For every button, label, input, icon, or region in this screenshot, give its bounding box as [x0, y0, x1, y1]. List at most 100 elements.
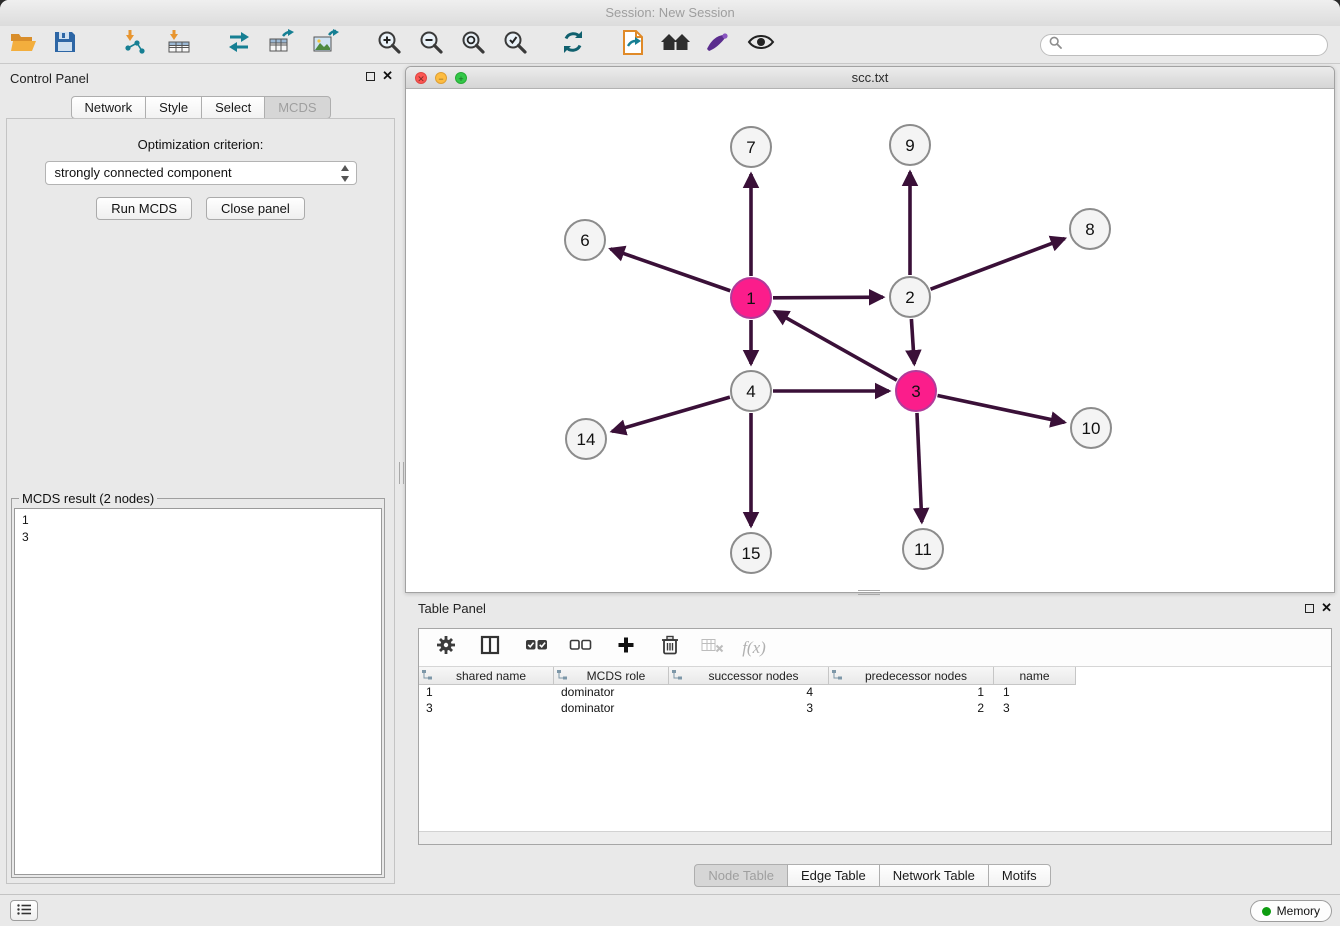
- edge-4-14[interactable]: [612, 397, 730, 431]
- table-cell: 3: [669, 701, 829, 717]
- delete-table-button[interactable]: [697, 633, 727, 663]
- edge-1-2[interactable]: [773, 297, 883, 298]
- open-session-button[interactable]: [6, 28, 40, 62]
- table-panel-tabs: Node Table Edge Table Network Table Moti…: [405, 864, 1340, 887]
- edge-2-8[interactable]: [931, 239, 1065, 290]
- network-manager-button[interactable]: [658, 28, 692, 62]
- search-field[interactable]: [1040, 34, 1328, 56]
- import-table-button[interactable]: [162, 28, 196, 62]
- status-bar: Memory: [0, 894, 1340, 926]
- node-label: 10: [1082, 419, 1101, 438]
- edge-3-11[interactable]: [917, 413, 922, 522]
- minimize-window-icon[interactable]: −: [435, 72, 447, 84]
- close-panel-icon[interactable]: ✕: [382, 70, 393, 82]
- mcds-result-list[interactable]: 1 3: [14, 508, 382, 875]
- export-image-button[interactable]: [308, 28, 342, 62]
- network-window-titlebar[interactable]: ✕ − + scc.txt: [406, 67, 1334, 89]
- window-titlebar: Session: New Session: [0, 0, 1340, 26]
- column-header-mcds-role[interactable]: MCDS role: [554, 667, 669, 685]
- vertical-splitter-handle[interactable]: [399, 462, 404, 484]
- paint-brush-icon: [704, 30, 730, 59]
- node-label: 6: [580, 231, 589, 250]
- sort-tree-icon: [832, 669, 842, 683]
- column-header-shared-name[interactable]: shared name: [419, 667, 554, 685]
- tab-style[interactable]: Style: [145, 96, 202, 119]
- node-label: 14: [577, 430, 596, 449]
- table-cell: 2: [829, 701, 994, 717]
- add-column-button[interactable]: [611, 633, 641, 663]
- copy-document-button[interactable]: [616, 28, 650, 62]
- memory-button[interactable]: Memory: [1250, 900, 1332, 922]
- plus-icon: [617, 636, 635, 659]
- table-row[interactable]: 3dominator323: [419, 701, 1331, 717]
- task-history-button[interactable]: [10, 900, 38, 921]
- maximize-window-icon[interactable]: +: [455, 72, 467, 84]
- node-label: 8: [1085, 220, 1094, 239]
- delete-column-button[interactable]: [655, 633, 685, 663]
- edge-1-6[interactable]: [610, 249, 730, 291]
- float-table-panel-icon[interactable]: [1305, 604, 1314, 613]
- horizontal-splitter-handle[interactable]: [858, 590, 880, 595]
- control-panel: Control Panel ✕ Network Style Select MCD…: [0, 65, 401, 894]
- tab-network[interactable]: Network: [70, 96, 146, 119]
- apply-style-button[interactable]: [700, 28, 734, 62]
- close-window-icon[interactable]: ✕: [415, 72, 427, 84]
- window-title: Session: New Session: [0, 0, 1340, 26]
- edge-3-10[interactable]: [938, 396, 1065, 423]
- search-icon: [1049, 36, 1062, 54]
- tab-select[interactable]: Select: [201, 96, 265, 119]
- sort-tree-icon: [557, 669, 567, 683]
- table-cell: 4: [669, 685, 829, 701]
- node-label: 11: [914, 540, 932, 559]
- criterion-dropdown[interactable]: strongly connected component: [45, 161, 357, 185]
- table-cell: dominator: [554, 685, 669, 701]
- tab-node-table[interactable]: Node Table: [694, 864, 788, 887]
- export-table-icon: [268, 29, 294, 60]
- zoom-selected-icon: [502, 29, 528, 60]
- edge-2-3[interactable]: [911, 319, 914, 364]
- graph-svg[interactable]: 7968124314101511: [406, 89, 1334, 593]
- visibility-button[interactable]: [744, 28, 778, 62]
- zoom-selected-button[interactable]: [498, 28, 532, 62]
- export-network-button[interactable]: [222, 28, 256, 62]
- select-all-button[interactable]: [521, 633, 551, 663]
- edge-3-1[interactable]: [775, 311, 897, 380]
- refresh-button[interactable]: [556, 28, 590, 62]
- search-input[interactable]: [1067, 37, 1319, 53]
- node-label: 9: [905, 136, 914, 155]
- close-panel-button[interactable]: Close panel: [206, 197, 305, 220]
- zoom-out-button[interactable]: [414, 28, 448, 62]
- table-cell: 1: [994, 685, 1076, 701]
- gear-icon: [436, 635, 456, 660]
- show-columns-button[interactable]: [475, 633, 505, 663]
- deselect-all-button[interactable]: [565, 633, 595, 663]
- column-header-predecessor-nodes[interactable]: predecessor nodes: [829, 667, 994, 685]
- save-session-button[interactable]: [48, 28, 82, 62]
- eye-icon: [747, 32, 775, 57]
- table-settings-button[interactable]: [431, 633, 461, 663]
- tab-network-table[interactable]: Network Table: [879, 864, 989, 887]
- network-canvas[interactable]: 7968124314101511: [406, 89, 1334, 592]
- table-row[interactable]: 1dominator411: [419, 685, 1331, 701]
- function-builder-button[interactable]: f(x): [739, 633, 769, 663]
- column-header-successor-nodes[interactable]: successor nodes: [669, 667, 829, 685]
- column-header-name[interactable]: name: [994, 667, 1076, 685]
- table-header-row: shared name MCDS role successor nodes pr…: [419, 667, 1331, 685]
- zoom-in-button[interactable]: [372, 28, 406, 62]
- run-mcds-button[interactable]: Run MCDS: [96, 197, 192, 220]
- tab-motifs[interactable]: Motifs: [988, 864, 1051, 887]
- list-icon: [17, 902, 32, 920]
- import-network-button[interactable]: [118, 28, 152, 62]
- zoom-fit-button[interactable]: [456, 28, 490, 62]
- float-panel-icon[interactable]: [366, 72, 375, 81]
- control-panel-tabs: Network Style Select MCDS: [70, 96, 330, 119]
- tab-mcds[interactable]: MCDS: [264, 96, 330, 119]
- tab-edge-table[interactable]: Edge Table: [787, 864, 880, 887]
- checked-boxes-icon: [525, 638, 548, 657]
- home-icon: [660, 30, 691, 59]
- table-toolbar: f(x): [419, 629, 1331, 667]
- export-table-button[interactable]: [264, 28, 298, 62]
- export-image-icon: [312, 29, 339, 60]
- close-table-panel-icon[interactable]: ✕: [1321, 602, 1332, 614]
- table-horizontal-scrollbar[interactable]: [419, 831, 1331, 844]
